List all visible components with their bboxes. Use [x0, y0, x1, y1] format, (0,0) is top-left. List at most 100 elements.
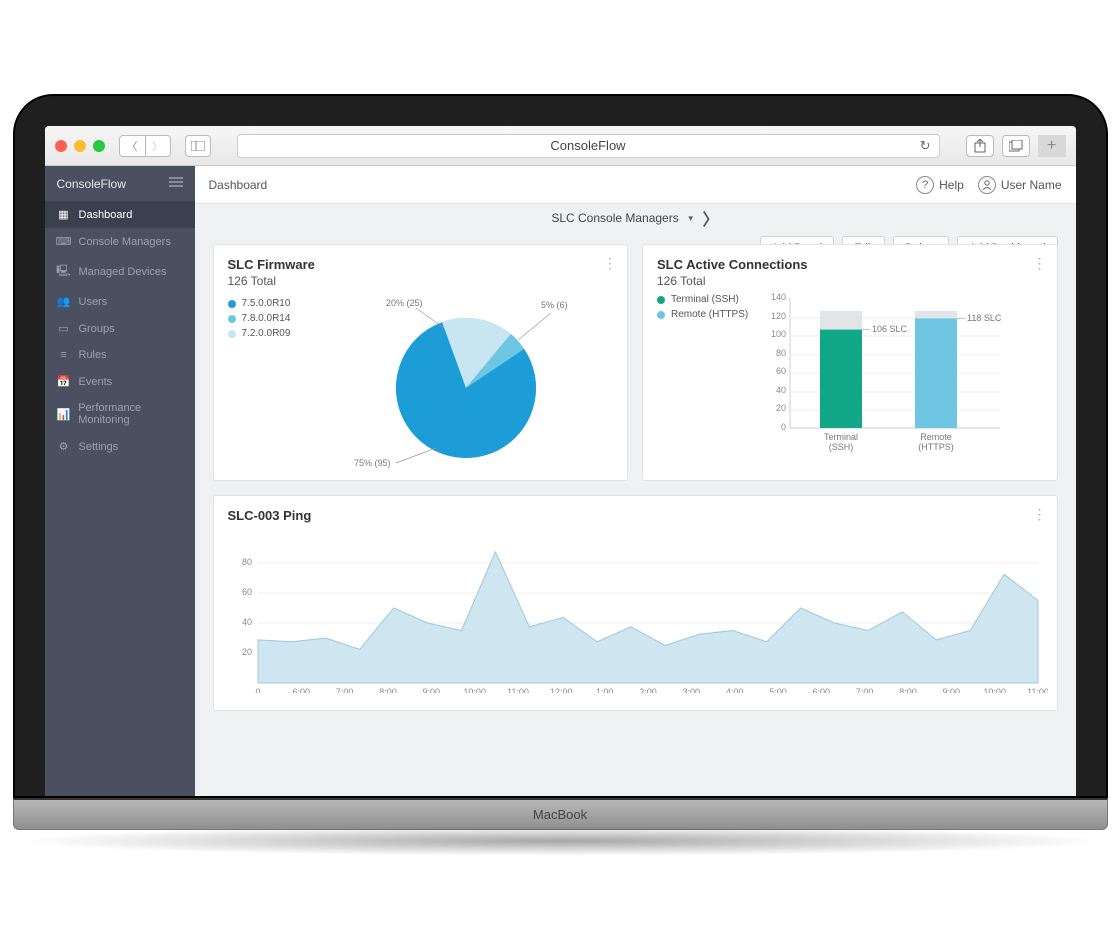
sidebar-item-rules[interactable]: ≡ Rules	[45, 342, 195, 368]
panel-ping: ⋮ SLC-003 Ping 20 40 60 80	[213, 495, 1058, 711]
devices-icon: 🖳	[57, 262, 71, 281]
dashboard-selector[interactable]: SLC Console Managers ▼ 〉	[551, 206, 718, 230]
legend-swatch	[228, 330, 236, 338]
legend-swatch	[228, 300, 236, 308]
console-managers-icon: ⌨	[57, 235, 71, 248]
sidebar-item-events[interactable]: 📅 Events	[45, 368, 195, 395]
menu-toggle-icon[interactable]	[169, 176, 183, 191]
svg-text:6:00: 6:00	[292, 687, 310, 693]
sidebar-item-performance-monitoring[interactable]: 📊 Performance Monitoring	[45, 395, 195, 433]
users-icon: 👥	[57, 295, 71, 308]
sidebar-item-managed-devices[interactable]: 🖳Managed Devices	[45, 255, 195, 288]
legend-label: Terminal (SSH)	[671, 294, 739, 305]
sidebar-item-label: Events	[79, 376, 113, 388]
svg-text:4:00: 4:00	[725, 687, 743, 693]
legend: 7.5.0.0R10 7.8.0.0R14 7.2.0.0R09	[228, 298, 291, 468]
legend-label: 7.2.0.0R09	[242, 328, 291, 339]
sidebar-toggle-button[interactable]	[185, 135, 211, 157]
breadcrumb: Dashboard	[209, 178, 268, 192]
brand-label: ConsoleFlow	[57, 177, 126, 191]
svg-text:40: 40	[776, 385, 786, 395]
device-label: MacBook	[533, 807, 587, 822]
top-bar: Dashboard ? Help User Name	[195, 166, 1076, 204]
panel-title: SLC-003 Ping	[228, 508, 1043, 523]
svg-text:8:00: 8:00	[379, 687, 397, 693]
sidebar-item-label: Dashboard	[79, 209, 133, 221]
slice-label-c: 5% (6)	[541, 300, 568, 310]
legend-swatch	[228, 315, 236, 323]
svg-text:Remote: Remote	[920, 432, 952, 442]
legend-label: 7.8.0.0R14	[242, 313, 291, 324]
window-zoom-icon[interactable]	[93, 140, 105, 152]
sidebar-item-label: Groups	[79, 323, 115, 335]
panel-menu-icon[interactable]: ⋮	[603, 255, 617, 272]
svg-text:12:00: 12:00	[550, 687, 573, 693]
share-icon[interactable]	[966, 135, 994, 157]
svg-text:2:00: 2:00	[639, 687, 657, 693]
sidebar-item-label: Performance Monitoring	[78, 402, 182, 426]
svg-text:20: 20	[776, 403, 786, 413]
sidebar-item-dashboard[interactable]: ▦ Dashboard	[45, 201, 195, 228]
window-minimize-icon[interactable]	[74, 140, 86, 152]
svg-text:6:00: 6:00	[812, 687, 830, 693]
sidebar-item-label: Settings	[79, 441, 119, 453]
svg-text:5:00: 5:00	[769, 687, 787, 693]
address-bar[interactable]: ConsoleFlow ↻	[237, 134, 940, 158]
svg-text:120: 120	[771, 311, 786, 321]
reload-icon[interactable]: ↻	[920, 138, 931, 154]
svg-text:9:00: 9:00	[422, 687, 440, 693]
new-tab-button[interactable]: +	[1038, 135, 1066, 157]
svg-text:9:00: 9:00	[942, 687, 960, 693]
sidebar-item-console-managers[interactable]: ⌨ Console Managers	[45, 228, 195, 255]
sidebar-item-users[interactable]: 👥 Users	[45, 288, 195, 315]
svg-text:(HTTPS): (HTTPS)	[918, 442, 954, 452]
panel-menu-icon[interactable]: ⋮	[1033, 506, 1047, 523]
forward-button[interactable]: 〉	[145, 135, 171, 157]
events-icon: 📅	[57, 375, 71, 388]
legend-item: 7.8.0.0R14	[228, 313, 291, 324]
panel-menu-icon[interactable]: ⋮	[1033, 255, 1047, 272]
sidebar-item-label: Console Managers	[79, 236, 171, 248]
groups-icon: ▭	[57, 322, 71, 335]
sidebar-item-label: Rules	[79, 349, 107, 361]
rules-icon: ≡	[57, 349, 71, 361]
bar-label-b: 118 SLC	[967, 313, 1002, 323]
tabs-icon[interactable]	[1002, 135, 1030, 157]
user-menu[interactable]: User Name	[978, 176, 1062, 194]
svg-text:1:00: 1:00	[595, 687, 613, 693]
svg-text:140: 140	[771, 292, 786, 302]
sidebar-item-label: Users	[79, 296, 108, 308]
chevron-right-icon[interactable]: 〉	[703, 206, 719, 230]
dashboard-icon: ▦	[57, 208, 71, 221]
svg-text:7:00: 7:00	[855, 687, 873, 693]
svg-text:3:00: 3:00	[682, 687, 700, 693]
page-title: ConsoleFlow	[550, 138, 625, 153]
svg-text:10:00: 10:00	[983, 687, 1006, 693]
legend: Terminal (SSH)Remote (HTTPS)	[657, 294, 748, 458]
svg-text:60: 60	[776, 366, 786, 376]
window-close-icon[interactable]	[55, 140, 67, 152]
sidebar-item-settings[interactable]: ⚙Settings	[45, 433, 195, 460]
pie-chart: 20% (25) 5% (6) 75% (95)	[326, 288, 586, 468]
legend-item: 7.2.0.0R09	[228, 328, 291, 339]
help-icon: ?	[916, 176, 934, 194]
legend-item: Terminal (SSH)	[657, 294, 748, 305]
slice-label-a: 75% (95)	[354, 458, 391, 468]
legend-swatch	[657, 311, 665, 319]
panel-subtitle: 126 Total	[657, 274, 1043, 288]
performance-icon: 📊	[57, 408, 71, 421]
help-button[interactable]: ? Help	[916, 176, 964, 194]
user-icon	[978, 176, 996, 194]
area-chart: 20 40 60 80	[228, 523, 1048, 693]
panel-title: SLC Active Connections	[657, 257, 1043, 272]
panel-connections: ⋮ SLC Active Connections 126 Total Termi…	[642, 244, 1058, 481]
legend-item: 7.5.0.0R10	[228, 298, 291, 309]
dropdown-caret-icon: ▼	[687, 214, 695, 223]
sidebar-item-groups[interactable]: ▭ Groups	[45, 315, 195, 342]
panel-subtitle: 126 Total	[228, 274, 614, 288]
svg-text:80: 80	[241, 557, 251, 567]
back-button[interactable]: 〈	[119, 135, 145, 157]
legend-swatch	[657, 296, 665, 304]
svg-text:40: 40	[241, 617, 251, 627]
svg-text:8:00: 8:00	[899, 687, 917, 693]
